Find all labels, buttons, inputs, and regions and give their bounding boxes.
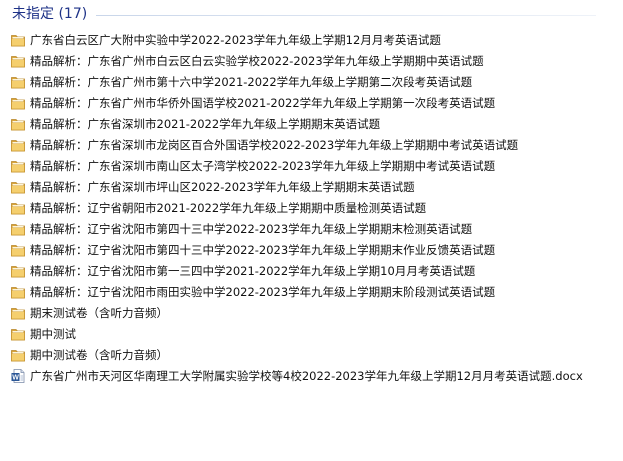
folder-item[interactable]: 精品解析：广东省广州市第十六中学2021-2022学年九年级上学期第二次段考英语… <box>0 71 620 92</box>
item-label: 广东省白云区广大附中实验中学2022-2023学年九年级上学期12月月考英语试题 <box>30 32 441 47</box>
file-item[interactable]: W 广东省广州市天河区华南理工大学附属实验学校等4校2022-2023学年九年级上… <box>0 365 620 386</box>
item-label: 精品解析：辽宁省沈阳市第四十三中学2022-2023学年九年级上学期期末检测英语… <box>30 221 473 236</box>
folder-item[interactable]: 精品解析：广东省深圳市南山区太子湾学校2022-2023学年九年级上学期期中考试… <box>0 155 620 176</box>
svg-text:W: W <box>12 374 19 381</box>
item-label: 期末测试卷（含听力音频） <box>30 305 168 320</box>
folder-item[interactable]: 精品解析：辽宁省沈阳市第四十三中学2022-2023学年九年级上学期期末检测英语… <box>0 218 620 239</box>
folder-icon <box>10 116 26 132</box>
folder-icon <box>10 32 26 48</box>
item-label: 精品解析：辽宁省沈阳市第四十三中学2022-2023学年九年级上学期期末作业反馈… <box>30 242 496 257</box>
folder-item[interactable]: 精品解析：广东省深圳市2021-2022学年九年级上学期期末英语试题 <box>0 113 620 134</box>
file-list: 广东省白云区广大附中实验中学2022-2023学年九年级上学期12月月考英语试题… <box>0 29 620 386</box>
folder-item[interactable]: 精品解析：辽宁省沈阳市雨田实验中学2022-2023学年九年级上学期期末阶段测试… <box>0 281 620 302</box>
folder-item[interactable]: 精品解析：辽宁省朝阳市2021-2022学年九年级上学期期中质量检测英语试题 <box>0 197 620 218</box>
folder-item[interactable]: 期中测试 <box>0 323 620 344</box>
folder-item[interactable]: 精品解析：广东省广州市华侨外国语学校2021-2022学年九年级上学期第一次段考… <box>0 92 620 113</box>
item-label: 精品解析：广东省广州市第十六中学2021-2022学年九年级上学期第二次段考英语… <box>30 74 473 89</box>
folder-item[interactable]: 精品解析：辽宁省沈阳市第四十三中学2022-2023学年九年级上学期期末作业反馈… <box>0 239 620 260</box>
folder-icon <box>10 242 26 258</box>
folder-icon <box>10 95 26 111</box>
group-divider <box>96 15 596 16</box>
item-label: 精品解析：广东省深圳市坪山区2022-2023学年九年级上学期期末英语试题 <box>30 179 415 194</box>
folder-item[interactable]: 精品解析：广东省广州市白云区白云实验学校2022-2023学年九年级上学期期中英… <box>0 50 620 71</box>
folder-icon <box>10 347 26 363</box>
item-label: 精品解析：辽宁省朝阳市2021-2022学年九年级上学期期中质量检测英语试题 <box>30 200 427 215</box>
folder-item[interactable]: 广东省白云区广大附中实验中学2022-2023学年九年级上学期12月月考英语试题 <box>0 29 620 50</box>
folder-item[interactable]: 期末测试卷（含听力音频） <box>0 302 620 323</box>
group-title: 未指定 (17) <box>12 6 88 22</box>
folder-icon <box>10 179 26 195</box>
folder-icon <box>10 53 26 69</box>
item-label: 精品解析：广东省深圳市龙岗区百合外国语学校2022-2023学年九年级上学期期中… <box>30 137 519 152</box>
folder-icon <box>10 221 26 237</box>
folder-icon <box>10 263 26 279</box>
folder-icon <box>10 137 26 153</box>
item-label: 期中测试 <box>30 326 76 341</box>
folder-item[interactable]: 精品解析：广东省深圳市坪山区2022-2023学年九年级上学期期末英语试题 <box>0 176 620 197</box>
item-label: 精品解析：辽宁省沈阳市第一三四中学2021-2022学年九年级上学期10月月考英… <box>30 263 476 278</box>
group-header[interactable]: 未指定 (17) <box>0 0 600 30</box>
folder-item[interactable]: 期中测试卷（含听力音频） <box>0 344 620 365</box>
folder-item[interactable]: 精品解析：辽宁省沈阳市第一三四中学2021-2022学年九年级上学期10月月考英… <box>0 260 620 281</box>
item-label: 精品解析：辽宁省沈阳市雨田实验中学2022-2023学年九年级上学期期末阶段测试… <box>30 284 496 299</box>
item-label: 期中测试卷（含听力音频） <box>30 347 168 362</box>
item-label: 精品解析：广东省深圳市2021-2022学年九年级上学期期末英语试题 <box>30 116 381 131</box>
folder-icon <box>10 284 26 300</box>
item-label: 精品解析：广东省广州市华侨外国语学校2021-2022学年九年级上学期第一次段考… <box>30 95 496 110</box>
word-document-icon: W <box>10 368 26 384</box>
folder-icon <box>10 326 26 342</box>
item-label: 精品解析：广东省深圳市南山区太子湾学校2022-2023学年九年级上学期期中考试… <box>30 158 496 173</box>
folder-icon <box>10 74 26 90</box>
item-label: 精品解析：广东省广州市白云区白云实验学校2022-2023学年九年级上学期期中英… <box>30 53 484 68</box>
item-label: 广东省广州市天河区华南理工大学附属实验学校等4校2022-2023学年九年级上学… <box>30 368 583 383</box>
folder-icon <box>10 200 26 216</box>
folder-icon <box>10 305 26 321</box>
folder-item[interactable]: 精品解析：广东省深圳市龙岗区百合外国语学校2022-2023学年九年级上学期期中… <box>0 134 620 155</box>
folder-icon <box>10 158 26 174</box>
